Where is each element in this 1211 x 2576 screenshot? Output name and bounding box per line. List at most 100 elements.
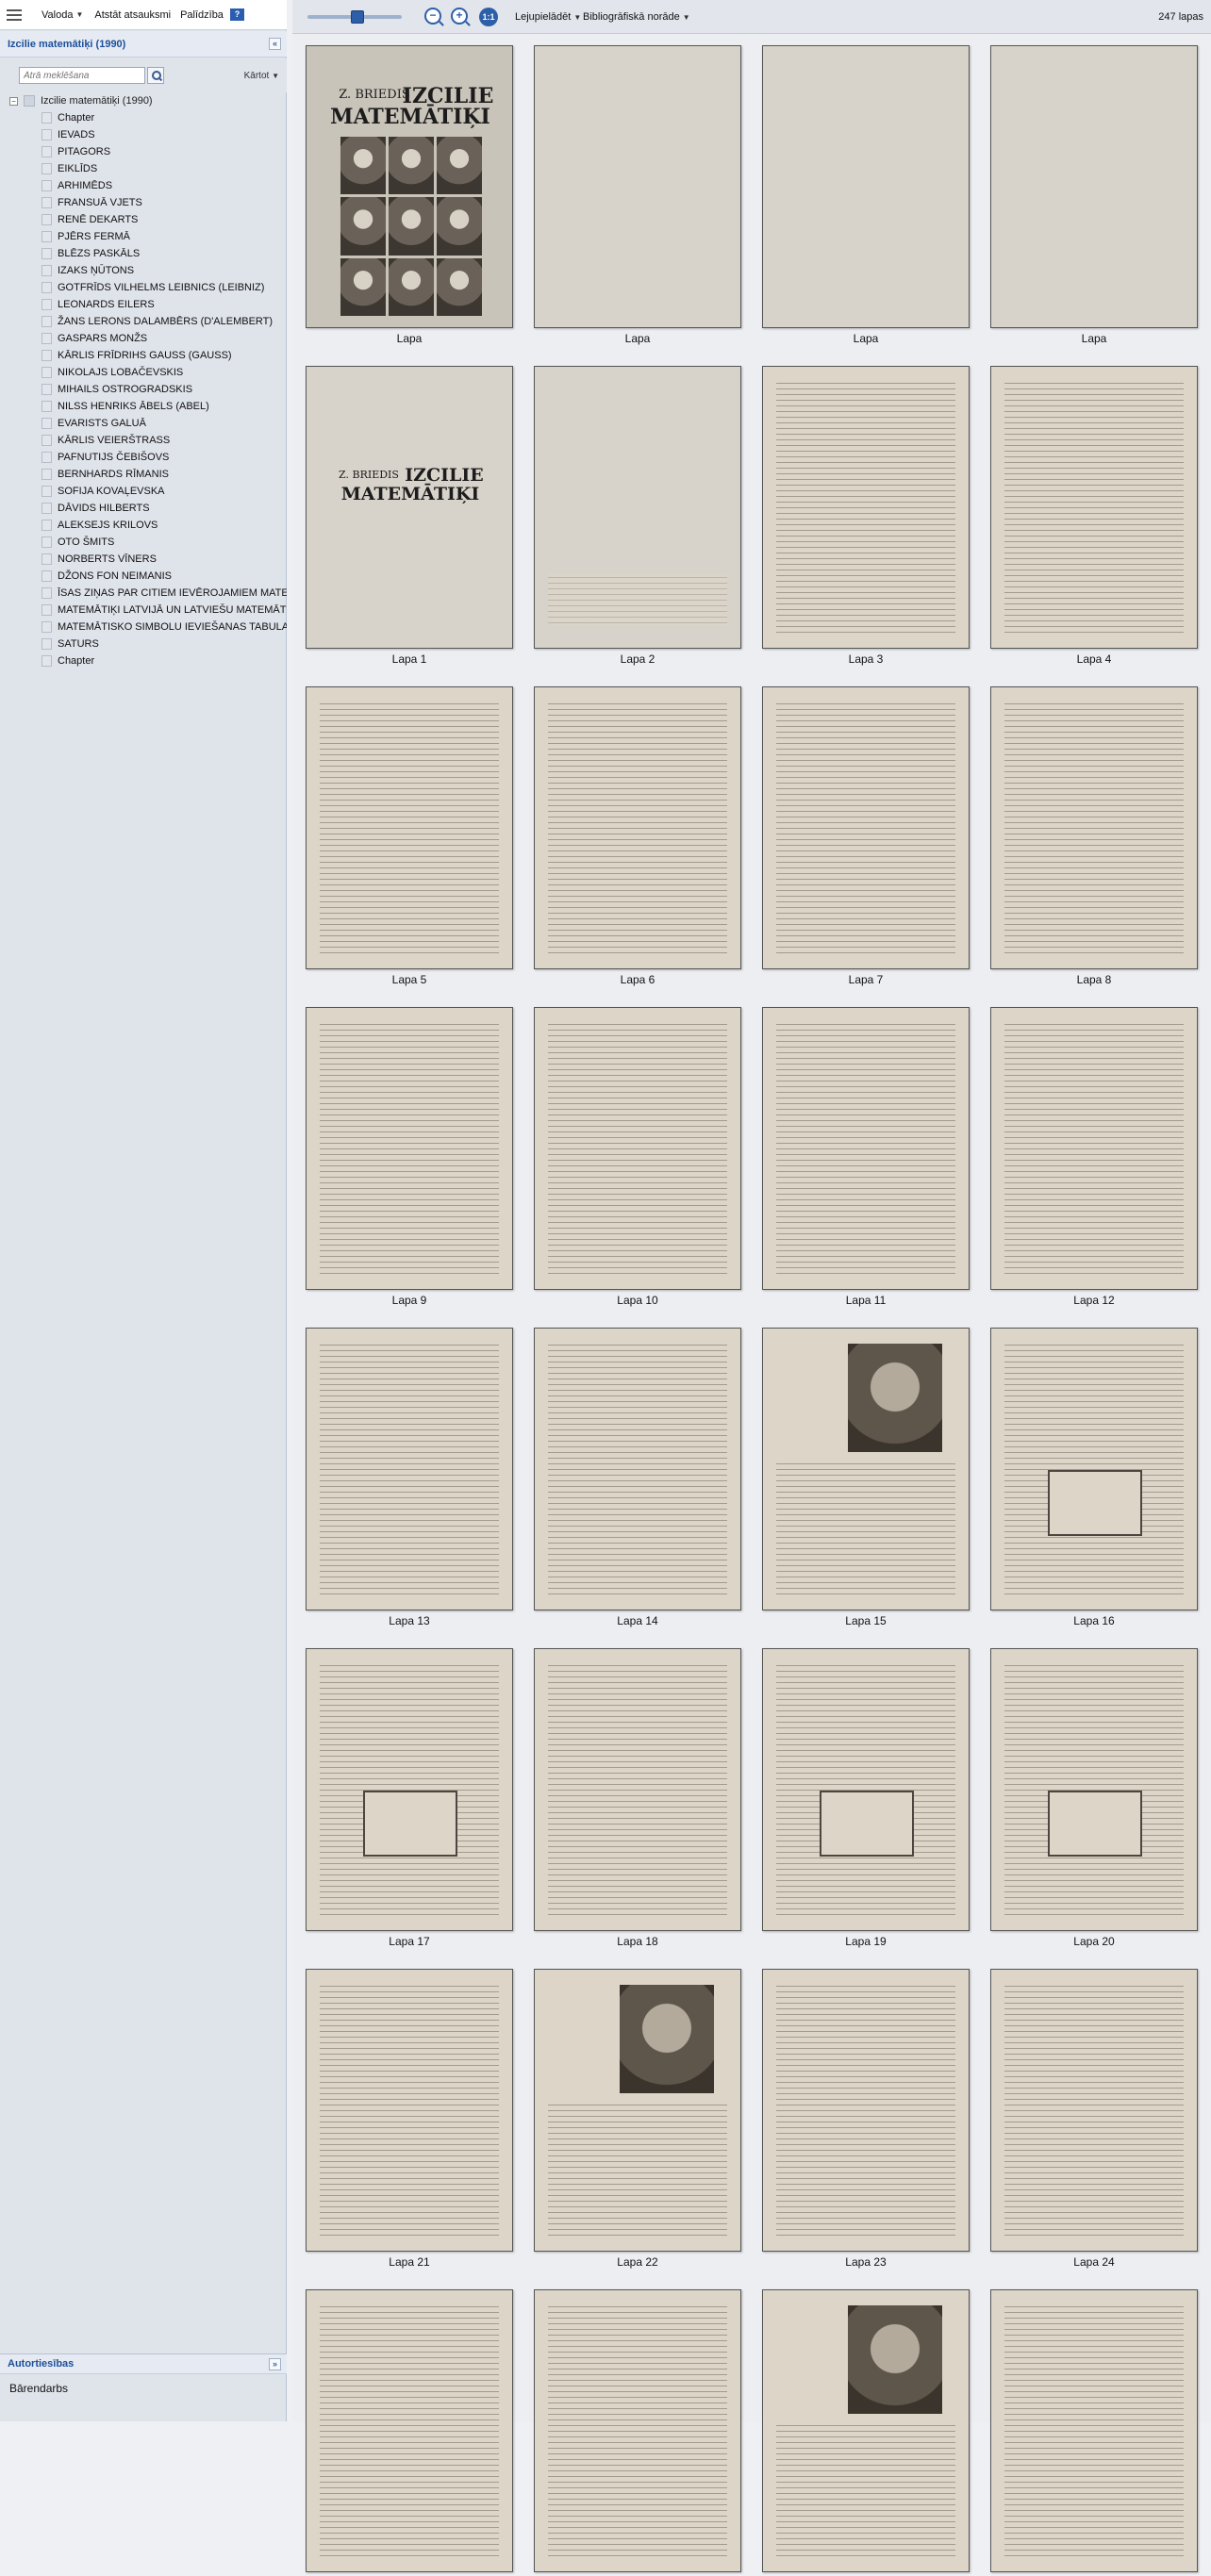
page-thumbnail[interactable]: Lapa 19 [762, 1648, 970, 1948]
page-thumbnail[interactable]: Lapa 8 [990, 686, 1198, 986]
page-thumbnail[interactable]: Lapa [534, 45, 741, 345]
page-thumbnail[interactable]: Lapa 18 [534, 1648, 741, 1948]
page-thumbnail[interactable] [990, 2289, 1198, 2576]
page-image [990, 1328, 1198, 1610]
page-thumbnail[interactable]: Lapa 4 [990, 366, 1198, 666]
zoom-slider-handle[interactable] [351, 10, 364, 24]
page-label: Lapa 22 [617, 2255, 658, 2269]
toc-item[interactable]: SATURS [0, 636, 287, 652]
page-thumbnail[interactable]: Lapa 5 [306, 686, 513, 986]
collapse-sidebar-icon[interactable]: « [269, 38, 281, 50]
page-thumbnail[interactable]: Lapa 13 [306, 1328, 513, 1627]
page-thumbnail[interactable]: Lapa 15 [762, 1328, 970, 1627]
toc-item[interactable]: KĀRLIS FRĪDRIHS GAUSS (GAUSS) [0, 347, 287, 364]
toc-item[interactable]: IZAKS ŅŪTONS [0, 262, 287, 279]
toc-item[interactable]: FRANSUĀ VJETS [0, 194, 287, 211]
page-thumbnail[interactable] [306, 2289, 513, 2576]
page-thumbnail[interactable]: Lapa 6 [534, 686, 741, 986]
actual-size-button[interactable]: 1:1 [479, 8, 498, 26]
search-icon[interactable] [147, 67, 164, 84]
toc-item[interactable]: ĪSAS ZIŅAS PAR CITIEM IEVĒROJAMIEM MATEM… [0, 585, 287, 602]
toc-item[interactable]: PAFNUTIJS ČEBIŠOVS [0, 449, 287, 466]
hamburger-menu-icon[interactable] [0, 0, 28, 30]
help-link[interactable]: Palīdzība ? [180, 8, 244, 21]
toc-item-list: Chapter IEVADS PITAGORS EIKLĪDS ARHIMĒDS FRAN… [0, 109, 287, 669]
page-thumbnail[interactable]: Lapa [762, 45, 970, 345]
page-icon [41, 248, 52, 259]
copyright-title: Autortiesības [8, 2358, 75, 2370]
toc-item[interactable]: ŽANS LERONS DALAMBĒRS (D'ALEMBERT) [0, 313, 287, 330]
toc-item[interactable]: MATEMĀTIĶI LATVIJĀ UN LATVIEŠU MATEMĀTIĶ… [0, 602, 287, 619]
copyright-header[interactable]: Autortiesības » [0, 2353, 287, 2374]
page-thumbnail[interactable]: Lapa 23 [762, 1969, 970, 2269]
collapse-toggle-icon[interactable]: − [9, 96, 18, 106]
toc-root-item[interactable]: − Izcilie matemātiķi (1990) [0, 92, 287, 109]
toc-item[interactable]: LEONARDS EILERS [0, 296, 287, 313]
toc-item[interactable]: MIHAILS OSTROGRADSKIS [0, 381, 287, 398]
toc-item[interactable]: DĀVIDS HILBERTS [0, 500, 287, 517]
page-thumbnail[interactable]: Lapa [990, 45, 1198, 345]
page-thumbnail[interactable]: Z. BRIEDIS IZCILIE MATEMĀTIĶI Lapa 1 [306, 366, 513, 666]
toc-item[interactable]: BLĒZS PASKĀLS [0, 245, 287, 262]
toc-item[interactable]: NILSS HENRIKS ĀBELS (ABEL) [0, 398, 287, 415]
page-thumbnail[interactable] [534, 2289, 741, 2576]
toc-item[interactable]: PITAGORS [0, 143, 287, 160]
document-title: Izcilie matemātiķi (1990) [8, 38, 126, 50]
toc-item[interactable]: GASPARS MONŽS [0, 330, 287, 347]
download-menu[interactable]: Lejupielādēt ▼ [515, 11, 581, 23]
quick-search-input[interactable] [19, 67, 145, 84]
toc-item[interactable]: Chapter [0, 109, 287, 126]
page-thumbnail[interactable]: Lapa 2 [534, 366, 741, 666]
toc-item[interactable]: BERNHARDS RĪMANIS [0, 466, 287, 483]
page-label: Lapa [853, 332, 879, 345]
toc-item[interactable]: EIKLĪDS [0, 160, 287, 177]
toc-item[interactable]: SOFIJA KOVAĻEVSKA [0, 483, 287, 500]
page-thumbnail[interactable]: Lapa 17 [306, 1648, 513, 1948]
page-icon [41, 231, 52, 242]
toc-item[interactable]: Chapter [0, 652, 287, 669]
zoom-slider[interactable] [307, 10, 402, 24]
toc-item-label: IZAKS ŅŪTONS [58, 265, 135, 276]
toc-item[interactable]: OTO ŠMITS [0, 534, 287, 551]
toc-item-label: PAFNUTIJS ČEBIŠOVS [58, 452, 170, 463]
language-menu[interactable]: Valoda ▼ [41, 9, 83, 21]
page-thumbnail[interactable]: Lapa 9 [306, 1007, 513, 1307]
page-thumbnail[interactable]: Lapa 7 [762, 686, 970, 986]
page-thumbnail[interactable]: Lapa 16 [990, 1328, 1198, 1627]
toc-item[interactable]: KĀRLIS VEIERŠTRASS [0, 432, 287, 449]
page-thumbnail[interactable]: Lapa 20 [990, 1648, 1198, 1948]
toc-item[interactable]: ARHIMĒDS [0, 177, 287, 194]
toc-item[interactable]: RENĒ DEKARTS [0, 211, 287, 228]
page-thumbnail[interactable]: Lapa 24 [990, 1969, 1198, 2269]
page-thumbnail[interactable]: Lapa 10 [534, 1007, 741, 1307]
page-icon [41, 282, 52, 293]
page-thumbnail[interactable]: Lapa 22 [534, 1969, 741, 2269]
page-thumbnail[interactable]: Lapa 11 [762, 1007, 970, 1307]
page-thumbnail[interactable]: Z. BRIEDIS IZCILIE MATEMĀTIĶI Lapa [306, 45, 513, 345]
page-thumbnail[interactable]: Lapa 21 [306, 1969, 513, 2269]
toc-item[interactable]: DŽONS FON NEIMANIS [0, 568, 287, 585]
page-thumbnail[interactable]: Lapa 12 [990, 1007, 1198, 1307]
feedback-link[interactable]: Atstāt atsauksmi [94, 9, 171, 21]
toc-item[interactable]: GOTFRĪDS VILHELMS LEIBNICS (LEIBNIZ) [0, 279, 287, 296]
chevron-down-icon: ▼ [272, 71, 279, 80]
toc-item[interactable]: IEVADS [0, 126, 287, 143]
citation-menu[interactable]: Bibliogrāfiskā norāde ▼ [583, 11, 690, 23]
toc-item[interactable]: NORBERTS VĪNERS [0, 551, 287, 568]
page-thumbnail[interactable] [762, 2289, 970, 2576]
page-thumbnail[interactable]: Lapa 14 [534, 1328, 741, 1627]
toc-item-label: PJĒRS FERMĀ [58, 231, 131, 242]
page-image [534, 366, 741, 649]
page-thumbnail[interactable]: Lapa 3 [762, 366, 970, 666]
toc-item[interactable]: ALEKSEJS KRILOVS [0, 517, 287, 534]
page-icon [41, 384, 52, 395]
sort-menu[interactable]: Kārtot ▼ [244, 71, 279, 81]
zoom-out-icon[interactable]: − [424, 8, 441, 25]
toc-item[interactable]: NIKOLAJS LOBAČEVSKIS [0, 364, 287, 381]
zoom-in-icon[interactable]: + [451, 8, 468, 25]
toc-item[interactable]: MATEMĀTISKO SIMBOLU IEVIEŠANAS TABULA [0, 619, 287, 636]
expand-icon[interactable]: » [269, 2358, 281, 2370]
page-icon [41, 316, 52, 327]
toc-item[interactable]: EVARISTS GALUĀ [0, 415, 287, 432]
toc-item[interactable]: PJĒRS FERMĀ [0, 228, 287, 245]
